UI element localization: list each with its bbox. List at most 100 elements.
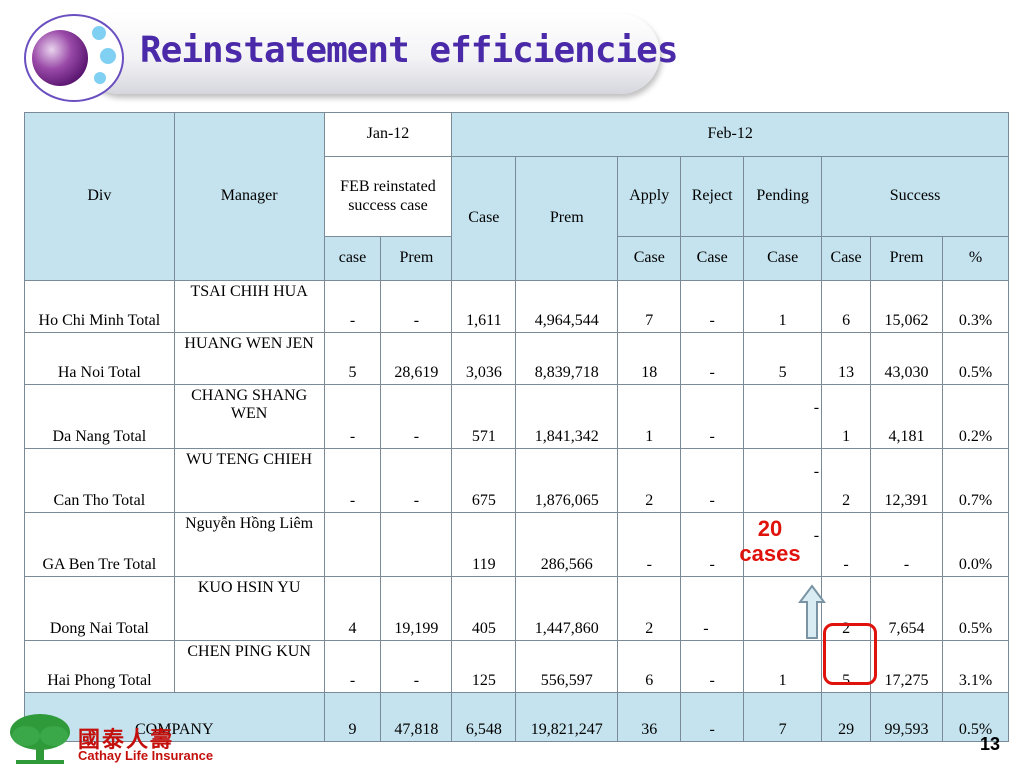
cell-div: Ha Noi Total [24,332,175,385]
cell-success-prem: 4,181 [870,384,943,449]
cell-reject: - [680,692,745,742]
cell-div: Can Tho Total [24,448,175,513]
cell-jan-prem: 19,199 [380,576,453,641]
cell-prem: 8,839,718 [515,332,619,385]
cell-success-pct: 0.5% [942,576,1009,641]
cell-prem: 556,597 [515,640,619,693]
up-arrow-icon [798,584,826,639]
page-number: 13 [980,734,1001,754]
header-prem: Prem [515,156,619,281]
table-row: Da Nang Total CHANG SHANG WEN - - 571 1,… [24,384,1009,449]
cell-success-pct: 0.5% [942,332,1009,385]
cell-div: Da Nang Total [24,384,175,449]
cell-pending: 5 [743,332,823,385]
subheader-success-prem: Prem [870,236,943,281]
brand-name-en: Cathay Life Insurance [78,748,214,763]
cell-pending: - [743,384,823,449]
cell-prem: 1,447,860 [515,576,619,641]
cell-success-prem: 12,391 [870,448,943,513]
cell-case: 1,611 [451,280,517,333]
cell-manager: CHEN PING KUN [173,640,325,693]
cell-jan-prem [380,512,453,577]
cell-success-prem: 43,030 [870,332,943,385]
header-jan: Jan-12 [323,112,453,157]
cell-pending: 1 [743,280,823,333]
cell-case: 119 [451,512,517,577]
sphere-logo-icon [32,30,88,86]
subheader-jan-case: case [323,236,382,281]
cell-success-case: 6 [821,280,872,333]
cell-success-prem: 15,062 [870,280,943,333]
header-case: Case [451,156,517,281]
cell-div: Ho Chi Minh Total [24,280,175,333]
subheader-success-case: Case [821,236,872,281]
cell-case: 125 [451,640,517,693]
cell-prem: 1,841,342 [515,384,619,449]
annotation-count: 20 [757,516,783,541]
cell-success-case: 29 [821,692,872,742]
cell-success-prem: - [870,512,943,577]
cell-success-case: 2 [821,448,872,513]
cell-reject: - [680,280,745,333]
cell-pending: - [743,448,823,513]
logo-dot-icon [100,48,116,64]
cell-jan-prem: - [380,384,453,449]
cell-manager: TSAI CHIH HUA [173,280,325,333]
header-pending: Pending [743,156,823,237]
cell-jan-prem: 47,818 [380,692,453,742]
cell-apply: 1 [617,384,682,449]
table-row: Ho Chi Minh Total TSAI CHIH HUA - - 1,61… [24,280,1009,333]
table-row: Can Tho Total WU TENG CHIEH - - 675 1,87… [24,448,1009,513]
cell-apply: 2 [617,576,682,641]
cell-success-case: - [821,512,872,577]
cell-prem: 4,964,544 [515,280,619,333]
cell-prem: 19,821,247 [515,692,619,742]
cell-success-case: 1 [821,384,872,449]
subheader-pending-case: Case [743,236,823,281]
cell-prem: 1,876,065 [515,448,619,513]
header-success: Success [821,156,1009,237]
cell-reject: - [680,448,745,513]
cell-reject: - [680,384,745,449]
tree-logo-icon [10,714,70,764]
cell-jan-case: 4 [323,576,382,641]
cell-jan-case: 9 [323,692,382,742]
cases-annotation: 20 cases [730,516,810,567]
cell-reject: - [680,640,745,693]
header-feb-reinstated: FEB reinstated success case [323,156,453,237]
cell-jan-case: - [323,640,382,693]
cell-manager: KUO HSIN YU [173,576,325,641]
cell-success-pct: 0.2% [942,384,1009,449]
cell-success-pct: 0.3% [942,280,1009,333]
cell-success-prem: 99,593 [870,692,943,742]
subheader-success-pct: % [942,236,1009,281]
cell-manager: HUANG WEN JEN [173,332,325,385]
cell-success-pct: 0.0% [942,512,1009,577]
slide-title: Reinstatement efficiencies [140,30,679,71]
cell-success-prem: 7,654 [870,576,943,641]
cell-apply: 18 [617,332,682,385]
cell-manager: CHANG SHANG WEN [173,384,325,449]
cell-apply: - [617,512,682,577]
cell-success-pct: 0.7% [942,448,1009,513]
cell-prem: 286,566 [515,512,619,577]
cell-jan-case: 5 [323,332,382,385]
logo-dot-icon [94,72,106,84]
cell-apply: 36 [617,692,682,742]
cell-case: 6,548 [451,692,517,742]
cell-pending: 1 [743,640,823,693]
subheader-jan-prem: Prem [380,236,453,281]
cell-jan-prem: - [380,640,453,693]
cell-case: 571 [451,384,517,449]
header-feb: Feb-12 [451,112,1009,157]
cell-jan-case [323,512,382,577]
highlight-circle [823,623,877,685]
cell-div: Dong Nai Total [24,576,175,641]
subheader-apply-case: Case [617,236,682,281]
logo-dot-icon [92,26,106,40]
cell-apply: 7 [617,280,682,333]
subheader-reject-case: Case [680,236,745,281]
cell-manager: WU TENG CHIEH [173,448,325,513]
annotation-label: cases [739,541,801,567]
table-row: GA Ben Tre Total Nguyễn Hồng Liêm 119 28… [24,512,1009,577]
